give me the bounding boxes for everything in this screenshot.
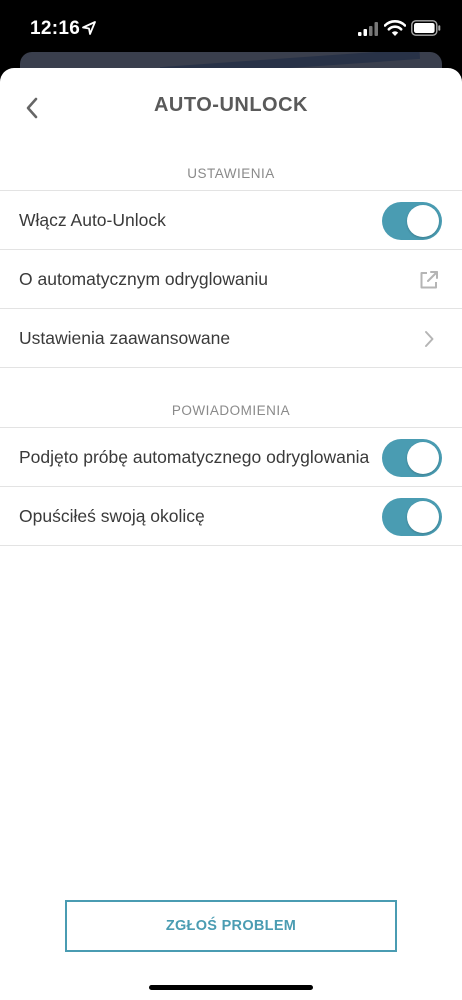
home-indicator [149, 985, 313, 990]
advanced-settings-row[interactable]: Ustawienia zaawansowane [0, 309, 462, 368]
battery-icon [411, 20, 441, 36]
toggle-knob [407, 204, 439, 237]
section-header-notifications: POWIADOMIENIA [171, 403, 291, 418]
toggle-knob [407, 500, 439, 533]
enable-auto-unlock-toggle[interactable] [382, 201, 442, 240]
chevron-right-icon [416, 326, 442, 352]
report-problem-button[interactable]: ZGŁOŚ PROBLEM [65, 900, 397, 952]
divider [0, 367, 462, 368]
navigation-bar: AUTO-UNLOCK [0, 68, 462, 148]
enable-auto-unlock-label: Włącz Auto-Unlock [19, 210, 166, 230]
toggle-knob [407, 441, 439, 474]
left-area-notification-row[interactable]: Opuściłeś swoją okolicę [0, 487, 462, 546]
wifi-icon [384, 20, 406, 36]
location-arrow-icon [82, 21, 96, 35]
section-header-settings: USTAWIENIA [187, 166, 275, 181]
about-auto-unlock-label: O automatycznym odryglowaniu [19, 269, 268, 289]
status-time: 12:16 [30, 18, 81, 39]
left-area-notification-toggle[interactable] [382, 497, 442, 536]
advanced-settings-label: Ustawienia zaawansowane [19, 328, 231, 348]
attempt-notification-row[interactable]: Podjęto próbę automatycznego odryglowani… [0, 428, 462, 487]
enable-auto-unlock-row[interactable]: Włącz Auto-Unlock [0, 191, 462, 250]
status-bar: 12:16 [0, 0, 462, 58]
page-title: AUTO-UNLOCK [153, 94, 308, 116]
divider [0, 545, 462, 546]
cellular-signal-icon [358, 22, 378, 36]
left-area-notification-label: Opuściłeś swoją okolicę [19, 506, 205, 526]
external-link-icon [416, 267, 442, 293]
attempt-notification-label: Podjęto próbę automatycznego odryglowani… [19, 447, 370, 467]
attempt-notification-toggle[interactable] [382, 438, 442, 477]
auto-unlock-sheet: AUTO-UNLOCK USTAWIENIA Włącz Auto-Unlock… [0, 68, 462, 1000]
about-auto-unlock-row[interactable]: O automatycznym odryglowaniu [0, 250, 462, 309]
